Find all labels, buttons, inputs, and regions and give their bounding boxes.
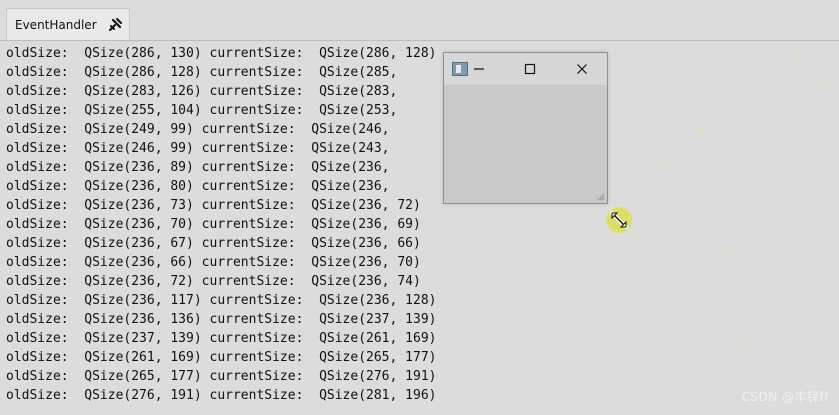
pin-close-icon[interactable] [107,17,123,33]
log-line: oldSize: QSize(236, 117) currentSize: QS… [6,293,437,308]
log-line: oldSize: QSize(286, 128) currentSize: QS… [6,65,398,80]
watermark: CSDN @丰铎ff [741,390,829,404]
sparkle-dot [730,251,733,254]
sparkle-dot [622,59,625,62]
output-pane[interactable]: oldSize: QSize(286, 130) currentSize: QS… [0,41,839,415]
tab-title: EventHandler [15,17,97,32]
sparkle-dot [700,129,703,132]
log-line: oldSize: QSize(286, 130) currentSize: QS… [6,46,437,61]
log-line: oldSize: QSize(236, 67) currentSize: QSi… [6,236,421,251]
log-line: oldSize: QSize(265, 177) currentSize: QS… [6,369,437,384]
log-line: oldSize: QSize(236, 66) currentSize: QSi… [6,255,421,270]
tab-eventhandler[interactable]: EventHandler [6,8,130,40]
output-log: oldSize: QSize(286, 130) currentSize: QS… [6,44,436,405]
log-line: oldSize: QSize(283, 126) currentSize: QS… [6,84,398,99]
resizable-test-window[interactable] [443,52,608,204]
log-line: oldSize: QSize(236, 70) currentSize: QSi… [6,217,421,232]
minimize-icon [474,68,484,70]
maximize-icon [524,63,536,75]
log-line: oldSize: QSize(276, 191) currentSize: QS… [6,388,437,403]
log-line: oldSize: QSize(255, 104) currentSize: QS… [6,103,398,118]
log-line: oldSize: QSize(236, 80) currentSize: QSi… [6,179,390,194]
sparkle-dot [740,341,743,344]
minimize-button[interactable] [466,59,492,79]
close-button[interactable] [569,59,595,79]
log-line: oldSize: QSize(246, 99) currentSize: QSi… [6,141,390,156]
log-line: oldSize: QSize(236, 73) currentSize: QSi… [6,198,421,213]
sparkle-dot [795,55,798,58]
sparkle-dot [820,81,823,84]
sparkle-dot [665,161,668,164]
window-titlebar[interactable] [444,53,607,85]
log-line: oldSize: QSize(237, 139) currentSize: QS… [6,331,437,346]
tab-bar: EventHandler [0,0,839,41]
size-grip-icon[interactable] [597,193,605,201]
close-icon [577,64,587,74]
diagonal-resize-cursor-icon [610,211,628,229]
log-line: oldSize: QSize(249, 99) currentSize: QSi… [6,122,390,137]
log-line: oldSize: QSize(261, 169) currentSize: QS… [6,350,437,365]
log-line: oldSize: QSize(236, 136) currentSize: QS… [6,312,437,327]
log-line: oldSize: QSize(236, 72) currentSize: QSi… [6,274,421,289]
app-frame: EventHandler oldSize: QSize(286, 130) cu… [0,0,839,415]
maximize-button[interactable] [517,59,543,79]
log-line: oldSize: QSize(236, 89) currentSize: QSi… [6,160,390,175]
